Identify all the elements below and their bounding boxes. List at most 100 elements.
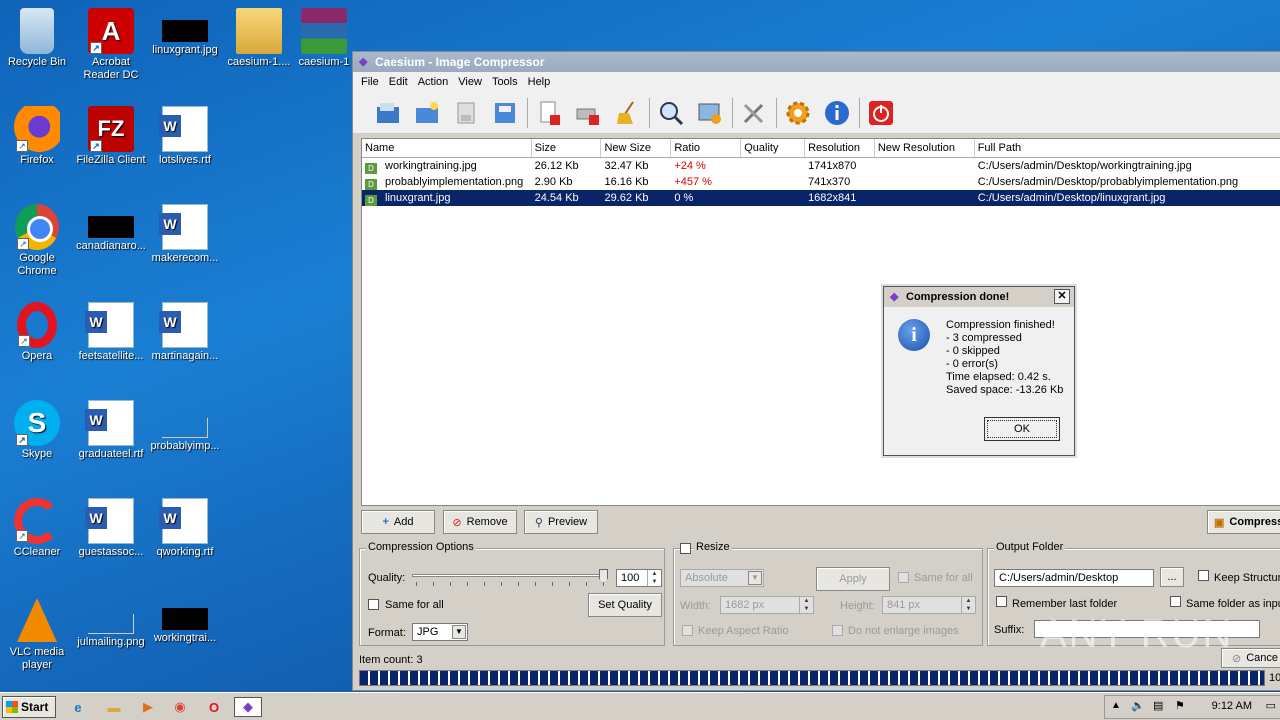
- file-graduateel[interactable]: graduateel.rtf: [74, 396, 148, 461]
- explorer-folder-icon[interactable]: ▬: [100, 697, 128, 717]
- column-header-new-size[interactable]: New Size: [601, 139, 672, 157]
- menu-help[interactable]: Help: [524, 76, 557, 88]
- quality-slider[interactable]: [412, 569, 608, 587]
- file-martinagain[interactable]: martinagain...: [148, 298, 222, 363]
- spin-arrows-icon[interactable]: ▲ ▼: [647, 570, 661, 586]
- quality-value: 100: [621, 572, 640, 584]
- dialog-titlebar[interactable]: ◆ Compression done! ✕: [884, 287, 1074, 307]
- file-workingtrai[interactable]: workingtrai...: [148, 592, 222, 645]
- resize-checkbox[interactable]: [680, 543, 691, 554]
- compress-button[interactable]: ▣ Compress: [1207, 510, 1280, 534]
- apply-button[interactable]: Apply: [816, 567, 890, 591]
- menu-edit[interactable]: Edit: [385, 76, 414, 88]
- height-input[interactable]: 841 px ▲ ▼: [882, 596, 976, 614]
- network-icon[interactable]: ▤: [1153, 699, 1163, 712]
- preferences-gear-icon[interactable]: [781, 96, 815, 130]
- spin-arrows-icon[interactable]: ▲ ▼: [799, 597, 813, 613]
- resize-mode-select[interactable]: Absolute ▼: [680, 569, 764, 587]
- word-document-icon: [85, 400, 134, 446]
- format-select[interactable]: JPG ▼: [412, 623, 468, 641]
- column-header-quality[interactable]: Quality: [741, 139, 806, 157]
- browse-button[interactable]: ...: [1160, 567, 1184, 587]
- column-header-resolution[interactable]: Resolution: [805, 139, 875, 157]
- menu-action[interactable]: Action: [414, 76, 455, 88]
- window-titlebar[interactable]: ◆ Caesium - Image Compressor: [353, 52, 1280, 72]
- keep-structure-checkbox[interactable]: [1198, 570, 1209, 581]
- show-desktop-icon[interactable]: ▭: [1266, 699, 1276, 712]
- same-for-all-checkbox[interactable]: [368, 599, 379, 610]
- chrome-icon[interactable]: ◉: [166, 697, 194, 717]
- tools-icon[interactable]: [737, 96, 771, 130]
- table-row[interactable]: Dprobablyimplementation.png 2.90 Kb 16.1…: [362, 174, 1280, 190]
- clock[interactable]: 9:12 AM: [1212, 700, 1252, 712]
- file-guestassoc[interactable]: guestassoc...: [74, 494, 148, 559]
- remove-button[interactable]: ⊘ Remove: [443, 510, 517, 534]
- recycle-bin-icon[interactable]: Recycle Bin: [0, 4, 74, 69]
- start-button[interactable]: Start: [2, 696, 56, 718]
- info-icon[interactable]: [820, 96, 854, 130]
- remember-folder-checkbox[interactable]: [996, 596, 1007, 607]
- menu-tools[interactable]: Tools: [488, 76, 524, 88]
- flag-icon[interactable]: ⚑: [1175, 699, 1185, 712]
- menu-view[interactable]: View: [454, 76, 488, 88]
- file-qworking[interactable]: qworking.rtf: [148, 494, 222, 559]
- broom-icon[interactable]: [610, 96, 644, 130]
- width-input[interactable]: 1682 px ▲ ▼: [720, 596, 814, 614]
- remove-item-icon[interactable]: [532, 96, 566, 130]
- volume-icon[interactable]: 🔈: [1131, 699, 1145, 712]
- table-row[interactable]: Dworkingtraining.jpg 26.12 Kb 32.47 Kb +…: [362, 158, 1280, 174]
- keep-aspect-checkbox[interactable]: [682, 625, 693, 636]
- add-button[interactable]: + Add: [361, 510, 435, 534]
- open-folder-icon[interactable]: [410, 96, 444, 130]
- vlc-shortcut[interactable]: VLC media player: [0, 592, 74, 672]
- firefox-shortcut[interactable]: ↗ Firefox: [0, 102, 74, 167]
- magnifier-icon[interactable]: [654, 96, 688, 130]
- file-julmailing[interactable]: julmailing.png: [74, 592, 148, 649]
- media-player-icon[interactable]: ▶: [134, 697, 162, 717]
- file-lotslives[interactable]: lotslives.rtf: [148, 102, 222, 167]
- menu-file[interactable]: File: [357, 76, 385, 88]
- close-icon[interactable]: ✕: [1054, 289, 1070, 304]
- output-path-input[interactable]: C:/Users/admin/Desktop: [994, 569, 1154, 587]
- file-linuxgrant[interactable]: linuxgrant.jpg: [148, 4, 222, 57]
- acrobat-shortcut[interactable]: A ↗ Acrobat Reader DC: [74, 4, 148, 82]
- table-row-selected[interactable]: Dlinuxgrant.jpg 24.54 Kb 29.62 Kb 0 % 16…: [362, 190, 1280, 206]
- set-quality-button[interactable]: Set Quality: [588, 593, 662, 617]
- column-header-new-resolution[interactable]: New Resolution: [875, 139, 975, 157]
- quality-spinbox[interactable]: 100 ▲ ▼: [616, 569, 662, 587]
- opera-icon[interactable]: O: [200, 697, 228, 717]
- column-header-ratio[interactable]: Ratio: [671, 139, 742, 157]
- image-settings-icon[interactable]: [693, 96, 727, 130]
- ok-button[interactable]: OK: [984, 417, 1060, 441]
- power-exit-icon[interactable]: [864, 96, 898, 130]
- column-header-full-path[interactable]: Full Path: [975, 139, 1280, 157]
- slider-thumb[interactable]: [599, 569, 608, 583]
- file-feetsatellite[interactable]: feetsatellite...: [74, 298, 148, 363]
- skype-shortcut[interactable]: S ↗ Skype: [0, 396, 74, 461]
- cell-new-size: 16.16 Kb: [604, 176, 649, 188]
- no-enlarge-checkbox[interactable]: [832, 625, 843, 636]
- archive-caesium[interactable]: caesium-1: [294, 4, 354, 69]
- ccleaner-shortcut[interactable]: ↗ CCleaner: [0, 494, 74, 559]
- clear-list-icon[interactable]: [571, 96, 605, 130]
- file-probablyimp[interactable]: probablyimp...: [148, 396, 222, 453]
- column-header-size[interactable]: Size: [532, 139, 602, 157]
- column-header-name[interactable]: Name: [362, 139, 532, 157]
- file-list[interactable]: Name Size New Size Ratio Quality Resolut…: [361, 138, 1280, 506]
- chevron-up-icon[interactable]: ▲: [1111, 700, 1121, 711]
- opera-shortcut[interactable]: ↗ Opera: [0, 298, 74, 363]
- save-list-icon[interactable]: [449, 96, 483, 130]
- folder-caesium[interactable]: caesium-1....: [222, 4, 296, 69]
- file-canadianaro[interactable]: canadianaro...: [74, 200, 148, 253]
- filezilla-shortcut[interactable]: FZ ↗ FileZilla Client: [74, 102, 148, 167]
- load-list-icon[interactable]: [488, 96, 522, 130]
- caesium-task-icon[interactable]: ◆: [234, 697, 262, 717]
- preview-button[interactable]: ⚲ Preview: [524, 510, 598, 534]
- resize-same-for-all-checkbox[interactable]: [898, 572, 909, 583]
- open-files-icon[interactable]: [371, 96, 405, 130]
- chrome-shortcut[interactable]: ↗ Google Chrome: [0, 200, 74, 278]
- file-makerecom[interactable]: makerecom...: [148, 200, 222, 265]
- same-folder-checkbox[interactable]: [1170, 596, 1181, 607]
- ie-icon[interactable]: e: [64, 697, 92, 717]
- spin-arrows-icon[interactable]: ▲ ▼: [961, 597, 975, 613]
